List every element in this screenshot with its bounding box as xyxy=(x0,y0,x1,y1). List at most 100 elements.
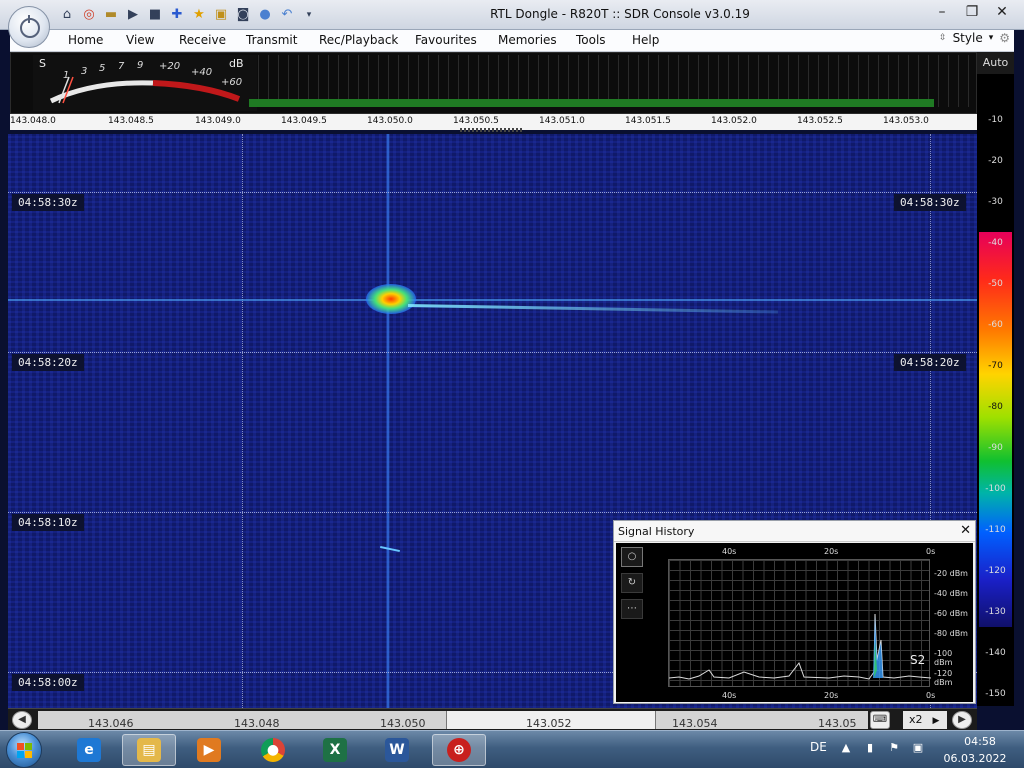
play-icon[interactable]: ▶ xyxy=(124,6,142,24)
add-icon[interactable]: ✚ xyxy=(168,6,186,24)
signal-history-graph[interactable] xyxy=(668,559,932,687)
stop-icon[interactable]: ■ xyxy=(146,6,164,24)
close-icon[interactable]: ✕ xyxy=(990,3,1014,23)
undo-icon[interactable]: ↶ xyxy=(278,6,296,24)
menu-memories[interactable]: Memories xyxy=(498,33,557,47)
menu-tools[interactable]: Tools xyxy=(576,33,606,47)
start-button[interactable] xyxy=(6,732,42,768)
level-label: -40 xyxy=(988,238,1003,248)
taskbar-app-sdr-console[interactable]: ⊕ xyxy=(432,734,486,766)
gear-icon[interactable]: ⚙ xyxy=(999,31,1010,45)
taskbar-app-word[interactable]: W xyxy=(370,734,424,766)
level-label: -90 xyxy=(988,443,1003,453)
show-hidden-icons-icon[interactable]: ▲ xyxy=(838,741,854,757)
time-gridline xyxy=(8,192,977,193)
time-label-left: 04:58:10z xyxy=(12,514,84,531)
menu-home[interactable]: Home xyxy=(68,33,103,47)
restore-icon[interactable]: ❐ xyxy=(960,3,984,23)
chevron-right-icon: ▶ xyxy=(932,716,940,726)
axis-label: 0s xyxy=(926,691,936,700)
time-label-right: 04:58:30z xyxy=(894,194,966,211)
app-root: ⌂ ◎ ▬ ▶ ■ ✚ ★ ▣ ◙ ● ↶ ▾ RTL Dongle - R82… xyxy=(0,0,1024,768)
lifebuoy-icon[interactable]: ◎ xyxy=(80,6,98,24)
network-icon[interactable]: ▣ xyxy=(910,741,926,757)
clock-time[interactable]: 04:58 xyxy=(955,735,1005,748)
menu-help[interactable]: Help xyxy=(632,33,659,47)
menu-rec-playback[interactable]: Rec/Playback xyxy=(319,33,398,47)
level-label: -120 xyxy=(985,566,1006,576)
freq-tick: 143.052.5 xyxy=(797,116,843,126)
s-scale-plus60: +60 xyxy=(221,77,243,88)
flag-icon[interactable]: ⚑ xyxy=(886,741,902,757)
chevron-down-icon: ▾ xyxy=(988,33,994,43)
s-meter: S 1 3 5 7 9 +20 +40 +60 dB xyxy=(33,55,257,111)
menu-transmit[interactable]: Transmit xyxy=(246,33,297,47)
time-label-left: 04:58:20z xyxy=(12,354,84,371)
signal-horizontal-trace xyxy=(8,299,977,301)
freq-tick: 143.048.5 xyxy=(108,116,154,126)
taskbar: e ▤ ▶ ● X W ⊕ DE ▲ ▮ ⚑ ▣ 04:58 06.03.202… xyxy=(0,730,1024,768)
level-label: -20 xyxy=(988,156,1003,166)
taskbar-app-ie[interactable]: e xyxy=(62,734,116,766)
auto-button[interactable]: Auto xyxy=(977,52,1014,74)
s-scale-9: 9 xyxy=(137,60,144,71)
scroll-right-button[interactable]: ▶ xyxy=(952,711,972,729)
splitter-handle[interactable] xyxy=(460,128,524,132)
meter-spectrum-strip: S 1 3 5 7 9 +20 +40 +60 dB xyxy=(10,52,977,114)
dbm-label: -60 dBm xyxy=(934,609,968,618)
scroll-left-button[interactable]: ◀ xyxy=(12,711,32,729)
minimize-icon[interactable]: – xyxy=(930,3,954,23)
signal-history-trace xyxy=(668,613,932,680)
s-scale-1: 1 xyxy=(63,70,70,81)
dropdown-icon[interactable]: ▾ xyxy=(300,6,318,24)
style-selector[interactable]: ⇳ Style ▾ ⚙ xyxy=(939,31,1010,45)
level-label: -60 xyxy=(988,320,1003,330)
usb-device-icon[interactable]: ▮ xyxy=(862,741,878,757)
camera-icon[interactable]: ◙ xyxy=(234,6,252,24)
window-controls: – ❐ ✕ xyxy=(930,3,1014,23)
close-icon[interactable]: ✕ xyxy=(960,523,971,538)
windows-logo-blue xyxy=(17,751,24,758)
time-label-right: 04:58:20z xyxy=(894,354,966,371)
language-indicator[interactable]: DE xyxy=(810,740,827,754)
lock-icon[interactable]: ▣ xyxy=(212,6,230,24)
freq-tick: 143.049.5 xyxy=(281,116,327,126)
level-label: -110 xyxy=(985,525,1006,535)
dbm-label: -80 dBm xyxy=(934,629,968,638)
band-track[interactable]: 143.046 143.048 143.050 143.052 143.054 … xyxy=(38,711,868,730)
more-icon[interactable]: ⋯ xyxy=(621,599,643,619)
file-explorer-icon: ▤ xyxy=(137,738,161,762)
level-label: -80 xyxy=(988,402,1003,412)
level-label: -10 xyxy=(988,115,1003,125)
signal-burst xyxy=(366,284,416,314)
app-menu-button[interactable] xyxy=(8,6,50,48)
clock-date[interactable]: 06.03.2022 xyxy=(940,752,1010,765)
grid-line xyxy=(242,134,243,708)
zoom-selector[interactable]: x2 ▶ xyxy=(903,711,947,729)
sdr-console-icon: ⊕ xyxy=(447,738,471,762)
star-icon[interactable]: ★ xyxy=(190,6,208,24)
menu-favourites[interactable]: Favourites xyxy=(415,33,477,47)
level-label: -100 xyxy=(985,484,1006,494)
refresh-icon[interactable]: ↻ xyxy=(621,573,643,593)
level-label: -70 xyxy=(988,361,1003,371)
band-label: 143.05 xyxy=(818,717,857,730)
band-navigator: ◀ 143.046 143.048 143.050 143.052 143.05… xyxy=(8,708,977,730)
home-icon[interactable]: ⌂ xyxy=(58,6,76,24)
folder-icon[interactable]: ▬ xyxy=(102,6,120,24)
menu-view[interactable]: View xyxy=(126,33,154,47)
taskbar-app-chrome[interactable]: ● xyxy=(246,734,300,766)
record-icon[interactable]: ○ xyxy=(621,547,643,567)
keyboard-icon[interactable]: ⌨ xyxy=(870,711,890,729)
taskbar-app-explorer[interactable]: ▤ xyxy=(122,734,176,766)
style-label: Style xyxy=(952,31,983,45)
spectrum-noise-floor xyxy=(249,99,934,107)
word-icon: W xyxy=(385,738,409,762)
media-player-icon: ▶ xyxy=(197,738,221,762)
drop-icon[interactable]: ● xyxy=(256,6,274,24)
windows-logo-green xyxy=(25,743,32,750)
signal-history-title-bar[interactable]: Signal History ✕ xyxy=(614,521,975,542)
taskbar-app-media[interactable]: ▶ xyxy=(182,734,236,766)
taskbar-app-excel[interactable]: X xyxy=(308,734,362,766)
menu-receive[interactable]: Receive xyxy=(179,33,226,47)
